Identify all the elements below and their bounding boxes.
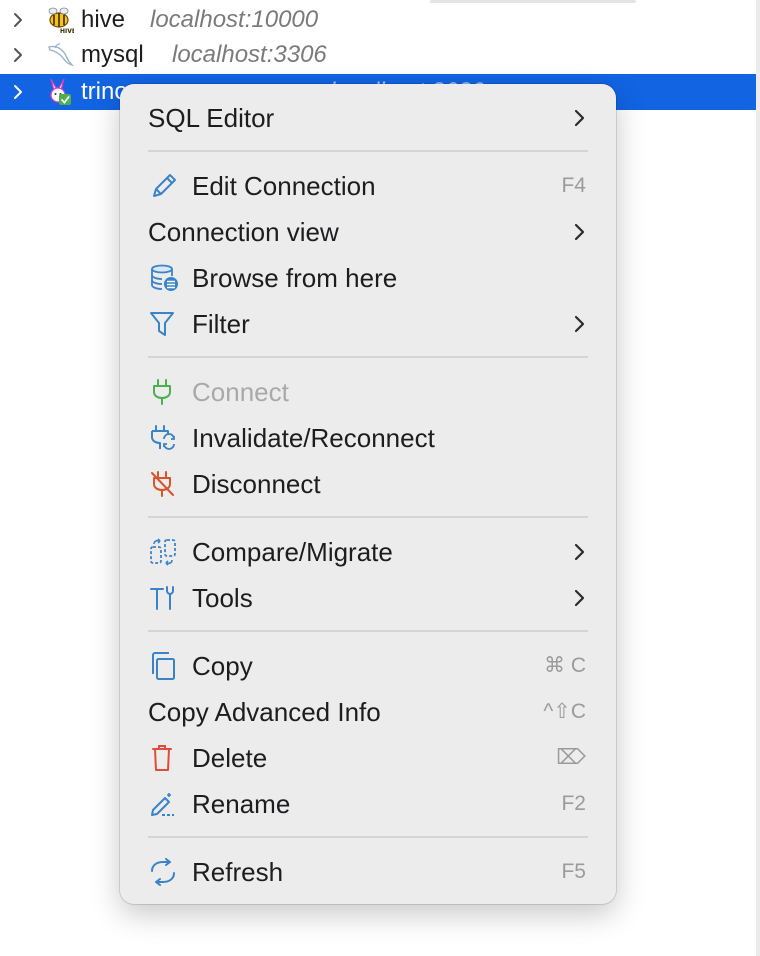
menu-item-label: Invalidate/Reconnect bbox=[192, 423, 435, 453]
menu-item-tools[interactable]: Tools bbox=[120, 578, 616, 618]
menu-item-filter[interactable]: Filter bbox=[120, 304, 616, 344]
menu-item-connection-view[interactable]: Connection view bbox=[120, 212, 616, 252]
menu-separator bbox=[148, 516, 588, 518]
chevron-right-icon bbox=[574, 223, 585, 241]
menu-item-label: Copy Advanced Info bbox=[148, 697, 381, 727]
tools-icon bbox=[150, 586, 174, 610]
shortcut-label: F5 bbox=[561, 860, 586, 883]
connection-name: mysql bbox=[81, 41, 144, 68]
shortcut-label: ^⇧C bbox=[543, 700, 586, 723]
pencil-icon bbox=[153, 174, 176, 197]
tree-border bbox=[756, 0, 760, 956]
chevron-right-icon[interactable] bbox=[11, 12, 25, 28]
plug-refresh-icon bbox=[151, 425, 175, 450]
menu-item-label: Edit Connection bbox=[192, 171, 376, 201]
chevron-right-icon bbox=[574, 543, 585, 561]
database-browse-icon bbox=[151, 264, 178, 291]
shortcut-label: F4 bbox=[561, 174, 586, 197]
menu-item-label: SQL Editor bbox=[148, 103, 275, 133]
compare-icon bbox=[150, 538, 176, 566]
menu-separator bbox=[148, 356, 588, 358]
menu-item-disconnect[interactable]: Disconnect bbox=[120, 464, 616, 504]
shortcut-label: ⌘ C bbox=[544, 654, 586, 677]
menu-item-label: Rename bbox=[192, 789, 291, 819]
menu-item-label: Tools bbox=[192, 583, 253, 613]
menu-separator bbox=[148, 150, 588, 152]
hive-bee-icon: HIVE bbox=[48, 7, 74, 34]
chevron-right-icon bbox=[574, 109, 585, 127]
menu-item-label: Browse from here bbox=[192, 263, 398, 293]
menu-item-copy[interactable]: Copy ⌘ C bbox=[120, 646, 616, 686]
menu-item-refresh[interactable]: Refresh F5 bbox=[120, 852, 616, 892]
menu-item-connect[interactable]: Connect bbox=[120, 372, 616, 412]
chevron-right-icon bbox=[574, 589, 585, 607]
chevron-right-icon bbox=[574, 315, 585, 333]
plug-icon bbox=[153, 379, 171, 405]
mysql-dolphin-icon bbox=[48, 43, 74, 67]
menu-item-invalidate-reconnect[interactable]: Invalidate/Reconnect bbox=[120, 418, 616, 458]
menu-item-compare-migrate[interactable]: Compare/Migrate bbox=[120, 532, 616, 572]
copy-icon bbox=[152, 652, 175, 680]
menu-item-label: Connect bbox=[192, 377, 289, 407]
shortcut-label: ⌦ bbox=[556, 746, 586, 769]
menu-item-rename[interactable]: Rename F2 bbox=[120, 784, 616, 824]
rename-pencil-icon bbox=[151, 793, 174, 816]
connection-host: localhost:3306 bbox=[172, 41, 327, 68]
chevron-right-icon[interactable] bbox=[11, 47, 25, 63]
plug-disconnect-icon bbox=[151, 471, 174, 497]
menu-item-copy-advanced-info[interactable]: Copy Advanced Info ^⇧C bbox=[120, 692, 616, 732]
menu-item-sql-editor[interactable]: SQL Editor bbox=[120, 98, 616, 138]
menu-item-label: Filter bbox=[192, 309, 250, 339]
funnel-icon bbox=[150, 312, 174, 336]
menu-item-label: Compare/Migrate bbox=[192, 537, 393, 567]
tree-row-mysql[interactable]: mysql localhost:3306 bbox=[0, 37, 756, 73]
trash-icon bbox=[152, 745, 172, 771]
menu-item-label: Refresh bbox=[192, 857, 284, 887]
menu-separator bbox=[148, 630, 588, 632]
context-menu: SQL Editor Edit Connection F4 Connection… bbox=[120, 84, 616, 904]
connection-name: hive bbox=[81, 6, 126, 33]
menu-separator bbox=[148, 836, 588, 838]
connection-host: localhost:10000 bbox=[150, 6, 319, 33]
menu-item-label: Connection view bbox=[148, 217, 339, 247]
menu-item-label: Copy bbox=[192, 651, 253, 681]
shortcut-label: F2 bbox=[561, 792, 586, 815]
trino-bunny-icon bbox=[50, 78, 71, 105]
svg-text:HIVE: HIVE bbox=[60, 28, 74, 34]
menu-item-edit-connection[interactable]: Edit Connection F4 bbox=[120, 166, 616, 206]
menu-item-label: Disconnect bbox=[192, 469, 321, 499]
tree-row-hive[interactable]: HIVE hive localhost:10000 bbox=[0, 2, 756, 38]
refresh-icon bbox=[151, 858, 175, 886]
menu-item-label: Delete bbox=[192, 743, 268, 773]
chevron-right-icon[interactable] bbox=[11, 84, 25, 100]
menu-item-browse-from-here[interactable]: Browse from here bbox=[120, 258, 616, 298]
menu-item-delete[interactable]: Delete ⌦ bbox=[120, 738, 616, 778]
